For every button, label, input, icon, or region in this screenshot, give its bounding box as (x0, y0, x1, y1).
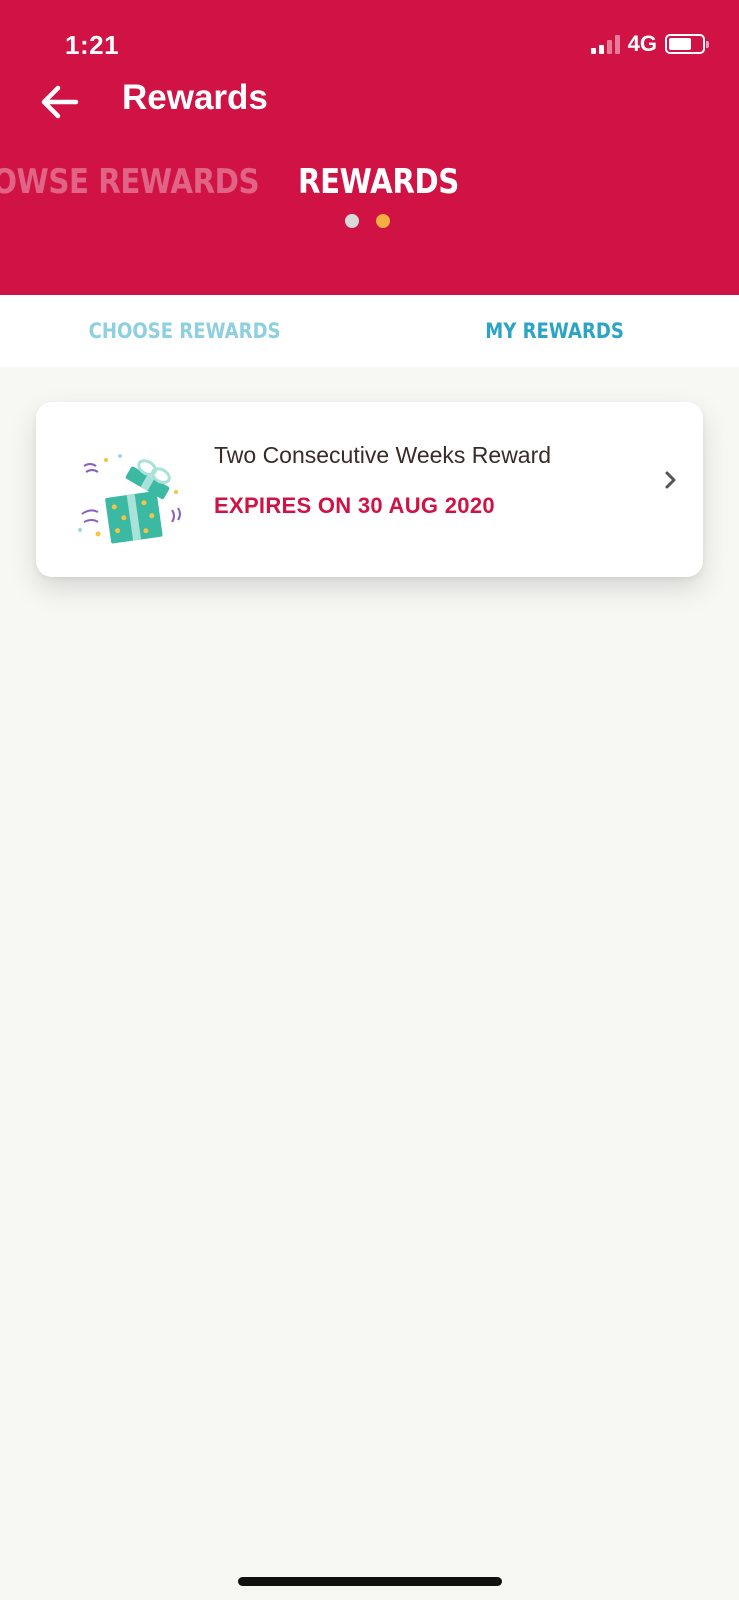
status-indicators: 4G (590, 31, 709, 56)
home-indicator[interactable] (238, 1577, 502, 1586)
page-title: Rewards (122, 78, 268, 117)
signal-icon (590, 34, 620, 54)
header: 1:21 4G Rewards ROWSE REWARDS REWARDS (0, 0, 739, 295)
battery-icon (665, 34, 709, 54)
tab-label: CHOOSE REWARDS (88, 319, 281, 343)
gift-box-icon (78, 454, 181, 544)
back-button[interactable] (36, 78, 84, 126)
reward-expiry: EXPIRES ON 30 AUG 2020 (214, 493, 495, 518)
carousel-item-rewards[interactable]: REWARDS (298, 162, 459, 202)
tab-bar: CHOOSE REWARDS MY REWARDS (0, 295, 739, 367)
carousel-dots (345, 214, 390, 228)
tab-my-rewards[interactable]: MY REWARDS (370, 295, 739, 367)
carousel-dot-active[interactable] (376, 214, 390, 228)
tab-label: MY REWARDS (484, 319, 624, 343)
carousel-dot[interactable] (345, 214, 359, 228)
tab-choose-rewards[interactable]: CHOOSE REWARDS (0, 295, 370, 367)
reward-name: Two Consecutive Weeks Reward (214, 442, 552, 468)
arrow-left-icon (41, 85, 79, 119)
status-time: 1:21 (65, 30, 120, 60)
carousel-item-browse-rewards[interactable]: ROWSE REWARDS (0, 162, 260, 202)
chevron-right-icon (665, 471, 676, 489)
reward-card[interactable]: Two Consecutive Weeks Reward EXPIRES ON … (36, 402, 703, 577)
network-type: 4G (627, 31, 657, 56)
